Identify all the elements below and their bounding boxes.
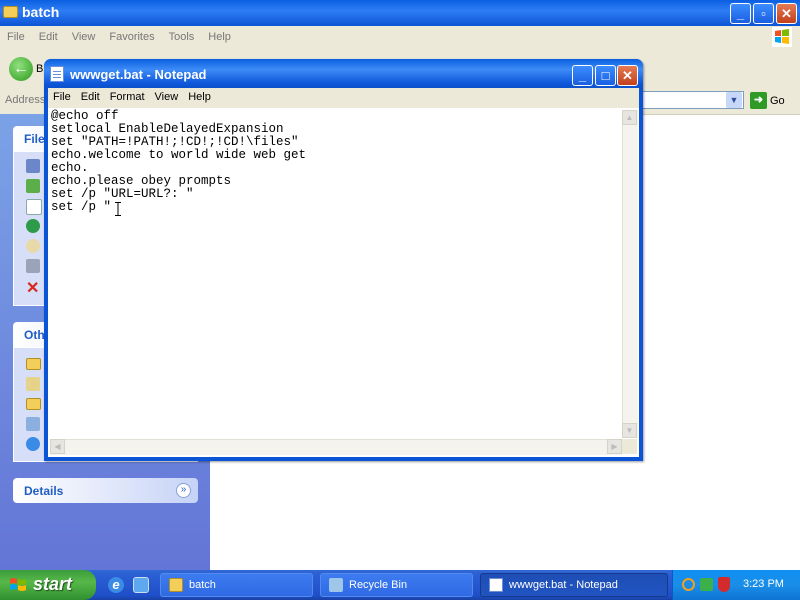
taskbar-button-notepad[interactable]: wwwget.bat - Notepad xyxy=(480,573,668,597)
go-button[interactable]: Go xyxy=(770,95,785,107)
my-documents-icon[interactable] xyxy=(26,377,40,391)
network-icon[interactable] xyxy=(26,437,40,451)
print-icon[interactable] xyxy=(26,259,40,273)
search-icon[interactable] xyxy=(682,578,695,591)
windows-logo-icon xyxy=(772,27,792,47)
minimize-button[interactable]: _ xyxy=(730,3,751,24)
menu-file[interactable]: File xyxy=(0,26,32,48)
notepad-icon xyxy=(50,66,64,82)
explorer-title-bar[interactable] xyxy=(0,0,800,26)
shield-icon[interactable] xyxy=(718,577,730,592)
folder-icon xyxy=(169,578,183,592)
task-label: batch xyxy=(189,579,216,591)
go-arrow-icon[interactable]: ➜ xyxy=(750,92,767,109)
menu-help[interactable]: Help xyxy=(201,26,238,48)
publish-web-icon[interactable] xyxy=(26,219,40,233)
my-computer-icon[interactable] xyxy=(26,417,40,431)
menu-favorites[interactable]: Favorites xyxy=(102,26,161,48)
horizontal-scrollbar[interactable] xyxy=(50,439,622,455)
notepad-title: wwwget.bat - Notepad xyxy=(70,67,207,82)
close-button[interactable]: ✕ xyxy=(776,3,797,24)
chevron-down-icon[interactable]: » xyxy=(176,483,191,498)
menu-file[interactable]: File xyxy=(48,88,76,106)
start-label[interactable]: start xyxy=(33,574,72,595)
address-label: Address xyxy=(5,94,46,106)
restore-button[interactable]: ▫ xyxy=(753,3,774,24)
scroll-up-button[interactable]: ▲ xyxy=(622,110,637,125)
menu-edit[interactable]: Edit xyxy=(32,26,65,48)
text-cursor-icon xyxy=(115,202,121,216)
file-tasks-title: File xyxy=(24,132,45,146)
size-grip[interactable] xyxy=(622,439,637,454)
back-button[interactable]: ← xyxy=(9,57,33,81)
task-label: wwwget.bat - Notepad xyxy=(509,579,618,591)
menu-view[interactable]: View xyxy=(150,88,184,106)
minimize-button[interactable]: _ xyxy=(572,65,593,86)
task-label: Recycle Bin xyxy=(349,579,408,591)
copy-icon[interactable] xyxy=(26,199,42,215)
taskbar-button-recycle-bin[interactable]: Recycle Bin xyxy=(320,573,473,597)
folder-icon xyxy=(3,6,18,18)
move-icon[interactable] xyxy=(26,179,40,193)
menu-view[interactable]: View xyxy=(65,26,103,48)
clock[interactable]: 3:23 PM xyxy=(743,578,784,590)
back-label[interactable]: B xyxy=(36,63,43,75)
security-icon[interactable] xyxy=(700,578,713,591)
chevron-down-icon[interactable]: ▼ xyxy=(726,92,742,108)
rename-icon[interactable] xyxy=(26,159,40,173)
notepad-menu-bar: File Edit Format View Help xyxy=(48,88,639,108)
menu-help[interactable]: Help xyxy=(183,88,216,106)
internet-explorer-icon[interactable]: e xyxy=(108,577,124,593)
explorer-title: batch xyxy=(22,4,60,20)
delete-icon[interactable]: ✕ xyxy=(26,278,39,298)
details-header[interactable]: Details xyxy=(13,478,198,503)
folder-icon[interactable] xyxy=(26,358,41,370)
maximize-button[interactable]: □ xyxy=(595,65,616,86)
scroll-down-button[interactable]: ▼ xyxy=(622,423,637,438)
editor-content[interactable]: @echo off setlocal EnableDelayedExpansio… xyxy=(51,110,306,214)
other-places-title: Oth xyxy=(24,328,45,342)
scroll-left-button[interactable]: ◀ xyxy=(50,439,65,454)
close-button[interactable]: ✕ xyxy=(617,65,638,86)
notepad-icon xyxy=(489,578,503,592)
details-title: Details xyxy=(24,484,64,498)
vertical-scrollbar[interactable] xyxy=(622,110,638,438)
scroll-right-button[interactable]: ▶ xyxy=(607,439,622,454)
shared-folder-icon[interactable] xyxy=(26,398,41,410)
taskbar-button-batch[interactable]: batch xyxy=(160,573,313,597)
show-desktop-icon[interactable] xyxy=(133,577,149,593)
email-icon[interactable] xyxy=(26,239,40,253)
menu-edit[interactable]: Edit xyxy=(76,88,105,106)
explorer-menu-bar: File Edit View Favorites Tools Help xyxy=(0,26,800,49)
menu-tools[interactable]: Tools xyxy=(162,26,202,48)
menu-format[interactable]: Format xyxy=(105,88,150,106)
recycle-bin-icon xyxy=(329,578,343,592)
windows-flag-icon xyxy=(10,578,26,591)
